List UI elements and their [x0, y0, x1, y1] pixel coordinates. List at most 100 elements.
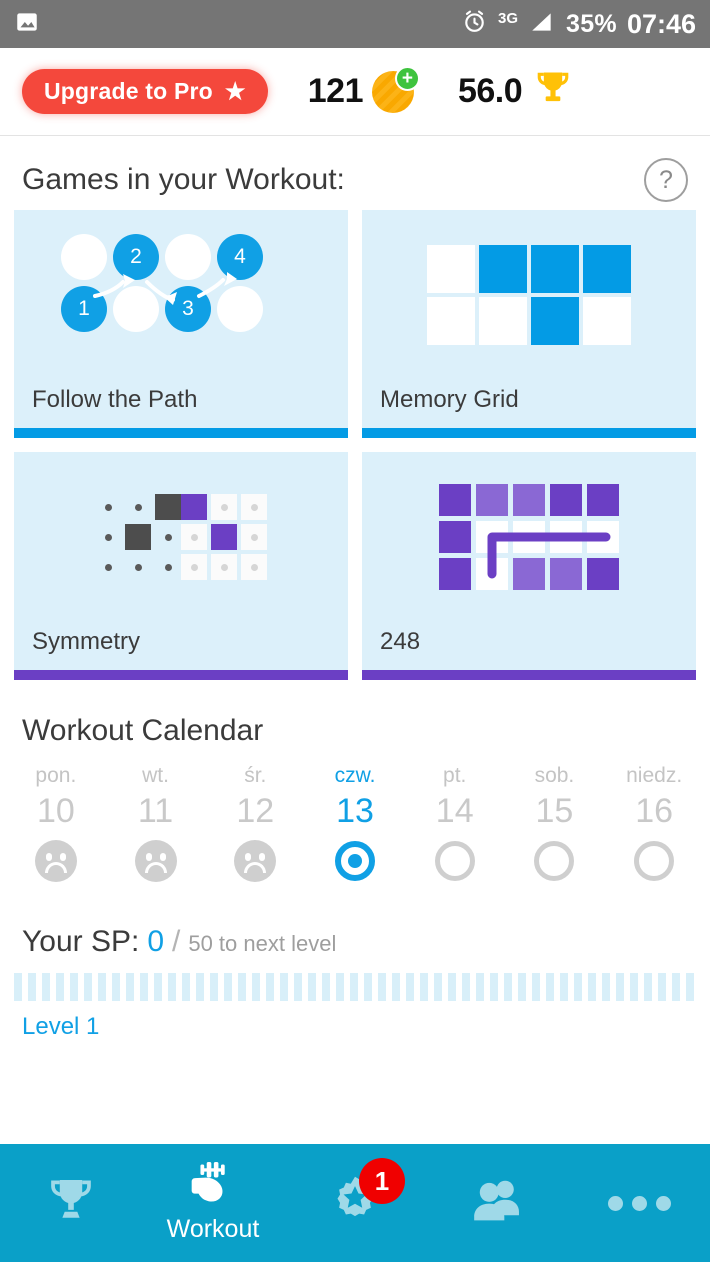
- status-bar-left: [14, 9, 40, 40]
- game-card-accent-bar: [14, 428, 348, 438]
- calendar-status: [205, 831, 305, 891]
- score-value: 56.0: [457, 72, 523, 110]
- today-ring-icon: [334, 841, 375, 881]
- symmetry-cell: [155, 554, 181, 580]
- score-stat[interactable]: 56.0: [458, 67, 575, 116]
- follow-the-path-art: 2 4 1 3: [14, 210, 348, 380]
- sp-separator: /: [172, 925, 181, 958]
- sad-face-icon: [134, 840, 177, 882]
- muscle-dumbbell-icon: [187, 1162, 239, 1213]
- memory-cell: [531, 297, 579, 345]
- image-icon: [14, 9, 40, 40]
- sp-next-level-text: 50 to next level: [188, 931, 337, 956]
- calendar-date: 16: [635, 792, 674, 830]
- status-bar-right: 3G 35% 07:46: [461, 8, 696, 40]
- upgrade-to-pro-label: Upgrade to Pro: [44, 78, 213, 104]
- sp-progress-bar: [14, 973, 696, 1001]
- calendar-day[interactable]: pon. 10: [6, 764, 106, 891]
- game-card-memory-grid[interactable]: Memory Grid: [362, 210, 696, 438]
- calendar-status: [505, 831, 605, 891]
- calendar-date: 14: [435, 792, 474, 830]
- games-section-header: Games in your Workout: ?: [0, 136, 710, 210]
- clock-label: 07:46: [626, 8, 696, 39]
- path-arrows-icon: [93, 272, 237, 305]
- games-grid: 2 4 1 3 Follow the Path Memory Grid Symm…: [0, 210, 710, 680]
- trophy-icon: [531, 67, 575, 116]
- empty-ring-icon: [434, 841, 475, 881]
- memory-cell: [427, 245, 475, 293]
- symmetry-cell: [241, 524, 267, 550]
- game-card-accent-bar: [362, 428, 696, 438]
- memory-cell: [583, 297, 631, 345]
- calendar-status: [405, 831, 505, 891]
- tile-path-board: [439, 484, 619, 590]
- status-bar: 3G 35% 07:46: [0, 0, 710, 48]
- game-card-accent-bar: [14, 670, 348, 680]
- memory-cell: [531, 245, 579, 293]
- calendar-day[interactable]: pt. 14: [405, 764, 505, 891]
- plus-icon[interactable]: +: [394, 65, 420, 91]
- star-icon: ★: [224, 78, 246, 104]
- symmetry-cell: [181, 524, 207, 550]
- game-card-symmetry[interactable]: Symmetry: [14, 452, 348, 680]
- symmetry-cell: [155, 494, 181, 520]
- people-icon: [469, 1175, 525, 1232]
- nav-item-settings[interactable]: 1: [284, 1144, 426, 1262]
- tile-path-line-icon: [487, 532, 611, 579]
- calendar-status: [6, 831, 106, 891]
- symmetry-cell: [95, 554, 121, 580]
- memory-cell: [583, 245, 631, 293]
- symmetry-cell: [155, 524, 181, 550]
- signal-bars-icon: [528, 9, 556, 40]
- nav-item-achievements[interactable]: [0, 1144, 142, 1262]
- symmetry-cell: [211, 524, 237, 550]
- calendar-status: [305, 831, 405, 891]
- symmetry-cell: [241, 494, 267, 520]
- sp-label: Your SP:: [22, 925, 140, 958]
- game-card-label: 248: [380, 628, 421, 655]
- calendar-day[interactable]: wt. 11: [106, 764, 206, 891]
- calendar-date: 11: [137, 792, 174, 830]
- game-card-label: Symmetry: [32, 628, 140, 655]
- coins-stat[interactable]: 121 +: [307, 65, 420, 115]
- game-card-follow-the-path[interactable]: 2 4 1 3 Follow the Path: [14, 210, 348, 438]
- bottom-navigation-bar: Workout 1: [0, 1144, 710, 1262]
- calendar-dow: czw.: [334, 764, 376, 787]
- sp-value: 0: [147, 925, 164, 958]
- calendar-day[interactable]: śr. 12: [205, 764, 305, 891]
- calendar-status: [106, 831, 206, 891]
- calendar-date: 15: [535, 792, 574, 830]
- calendar-day[interactable]: niedz. 16: [604, 764, 704, 891]
- sad-face-icon: [34, 840, 77, 882]
- symmetry-left-grid: [95, 494, 181, 580]
- sp-row: Your SP: 0 / 50 to next level: [0, 891, 710, 959]
- calendar-dow: pon.: [35, 764, 77, 787]
- question-mark-icon[interactable]: ?: [644, 158, 688, 202]
- network-type-label: 3G: [497, 9, 518, 27]
- games-title: Games in your Workout:: [22, 163, 345, 196]
- battery-percent-label: 35%: [566, 9, 617, 38]
- game-card-accent-bar: [362, 670, 696, 680]
- tile-path-art: [362, 452, 696, 622]
- game-card-248[interactable]: 248: [362, 452, 696, 680]
- upgrade-to-pro-button[interactable]: Upgrade to Pro ★: [22, 69, 268, 114]
- workout-calendar-title: Workout Calendar: [22, 714, 264, 747]
- symmetry-board: [95, 494, 267, 580]
- nav-item-more[interactable]: [568, 1144, 710, 1262]
- calendar-dow: śr.: [244, 764, 267, 787]
- nav-item-label: Workout: [166, 1215, 260, 1243]
- nav-item-workout[interactable]: Workout: [142, 1144, 284, 1262]
- coins-value: 121: [307, 72, 364, 110]
- calendar-day[interactable]: sob. 15: [505, 764, 605, 891]
- symmetry-cell: [125, 524, 151, 550]
- symmetry-cell: [181, 554, 207, 580]
- sp-level-label: Level 1: [22, 1013, 100, 1040]
- memory-cell: [479, 245, 527, 293]
- nav-item-friends[interactable]: [426, 1144, 568, 1262]
- symmetry-cell: [95, 494, 121, 520]
- memory-grid-board: [427, 245, 631, 345]
- calendar-day-today[interactable]: czw. 13: [305, 764, 405, 891]
- calendar-dow: sob.: [534, 764, 575, 787]
- game-card-label: Memory Grid: [380, 386, 519, 413]
- nav-badge-count: 1: [359, 1158, 405, 1204]
